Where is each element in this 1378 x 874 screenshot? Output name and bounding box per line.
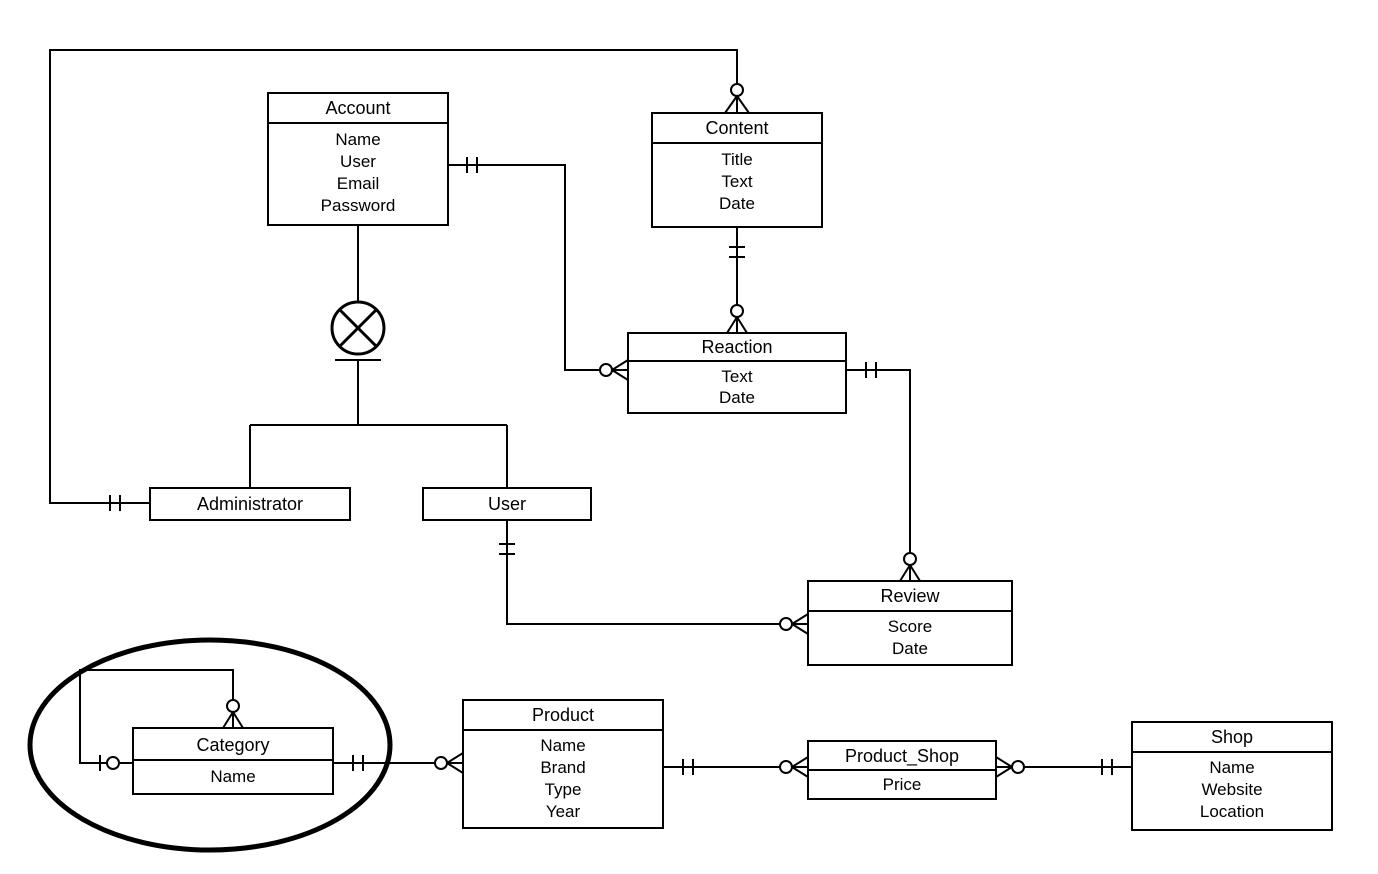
entity-user: User: [423, 488, 591, 520]
entity-review-attr-1: Date: [892, 639, 928, 658]
entity-reaction: Reaction Text Date: [628, 333, 846, 413]
entity-content-attr-0: Title: [721, 150, 753, 169]
entity-shop-title: Shop: [1211, 727, 1253, 747]
entity-category: Category Name: [133, 728, 333, 794]
entity-category-attr-0: Name: [210, 767, 255, 786]
entity-product-attr-3: Year: [546, 802, 581, 821]
entity-product-title: Product: [532, 705, 594, 725]
entity-product-shop: Product_Shop Price: [808, 741, 996, 799]
entity-content-attr-2: Date: [719, 194, 755, 213]
entity-reaction-title: Reaction: [701, 337, 772, 357]
entity-content: Content Title Text Date: [652, 113, 822, 227]
entity-category-title: Category: [196, 735, 269, 755]
entity-product-shop-title: Product_Shop: [845, 746, 959, 767]
entity-administrator-title: Administrator: [197, 494, 303, 514]
entity-product-attr-2: Type: [545, 780, 582, 799]
entity-user-title: User: [488, 494, 526, 514]
entity-shop-attr-1: Website: [1201, 780, 1262, 799]
entity-shop-attr-0: Name: [1209, 758, 1254, 777]
entity-account: Account Name User Email Password: [268, 93, 448, 225]
entity-product-shop-attr-0: Price: [883, 775, 922, 794]
entity-reaction-attr-0: Text: [721, 367, 752, 386]
entity-administrator: Administrator: [150, 488, 350, 520]
entity-shop: Shop Name Website Location: [1132, 722, 1332, 830]
entity-account-attr-2: Email: [337, 174, 380, 193]
entity-review: Review Score Date: [808, 581, 1012, 665]
entity-account-attr-1: User: [340, 152, 376, 171]
entity-shop-attr-2: Location: [1200, 802, 1264, 821]
entity-review-attr-0: Score: [888, 617, 932, 636]
entity-product-attr-0: Name: [540, 736, 585, 755]
entity-account-attr-3: Password: [321, 196, 396, 215]
entity-review-title: Review: [880, 586, 940, 606]
entity-reaction-attr-1: Date: [719, 388, 755, 407]
entity-account-title: Account: [325, 98, 390, 118]
entity-content-title: Content: [705, 118, 768, 138]
entity-content-attr-1: Text: [721, 172, 752, 191]
entity-product: Product Name Brand Type Year: [463, 700, 663, 828]
entity-account-attr-0: Name: [335, 130, 380, 149]
er-diagram: Account Name User Email Password Content…: [0, 0, 1378, 874]
entity-product-attr-1: Brand: [540, 758, 585, 777]
